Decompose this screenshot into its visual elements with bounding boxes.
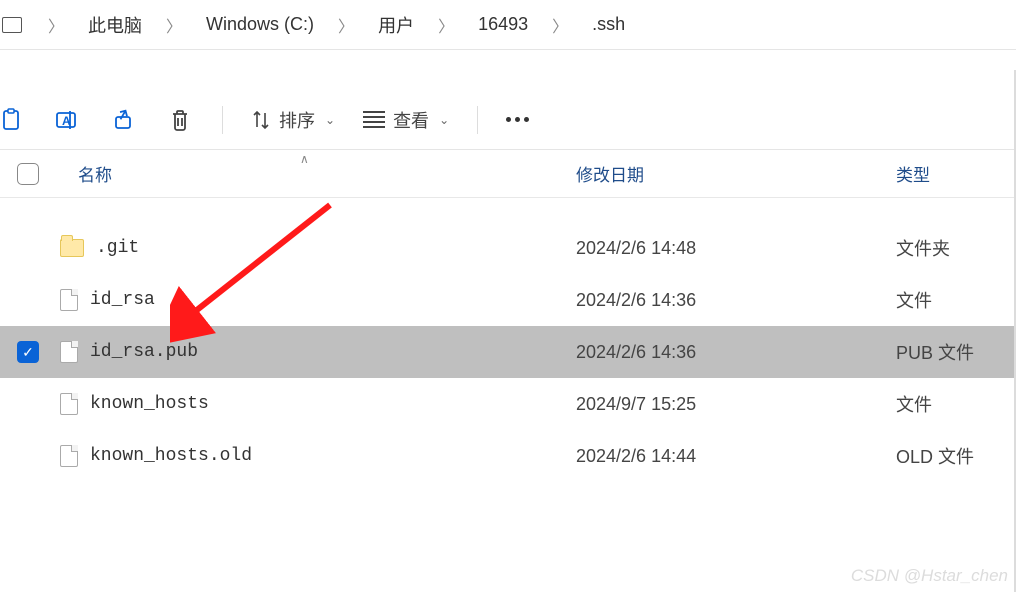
table-row[interactable]: ✓ id_rsa.pub 2024/2/6 14:36PUB 文件 [0,326,1016,378]
sort-button[interactable]: 排序 ⌄ [251,107,335,133]
breadcrumb-item[interactable]: 用户 [372,10,420,40]
table-row[interactable]: id_rsa 2024/2/6 14:36文件 [0,274,1016,326]
chevron-right-icon: 〉 [320,13,372,37]
file-name: id_rsa [90,290,155,310]
sort-label: 排序 [279,107,315,133]
table-row[interactable]: .git 2024/2/6 14:48文件夹 [0,222,1016,274]
file-type: 文件 [896,287,1016,313]
file-modified: 2024/2/6 14:36 [576,290,896,311]
separator [222,106,223,134]
chevron-right-icon: 〉 [534,13,586,37]
breadcrumb-item[interactable]: 此电脑 [82,10,148,40]
chevron-right-icon: 〉 [420,13,472,37]
row-checkbox[interactable]: ✓ [17,341,39,363]
more-button[interactable] [506,117,529,122]
chevron-down-icon: ⌄ [439,113,449,127]
chevron-right-icon: 〉 [30,13,82,37]
file-icon [60,393,78,415]
file-name: .git [96,238,139,258]
table-row[interactable]: known_hosts 2024/9/7 15:25文件 [0,378,1016,430]
rename-icon[interactable]: A [54,106,82,134]
breadcrumb-item[interactable]: .ssh [586,12,631,37]
delete-icon[interactable] [166,106,194,134]
share-icon[interactable] [110,106,138,134]
file-modified: 2024/2/6 14:44 [576,446,896,467]
column-type[interactable]: 类型 [896,161,1016,186]
breadcrumb: 〉 此电脑 〉 Windows (C:) 〉 用户 〉 16493 〉 .ssh [0,0,1016,50]
chevron-right-icon: 〉 [148,13,200,37]
column-modified[interactable]: 修改日期 [576,161,896,186]
file-type: OLD 文件 [896,443,1016,469]
column-name[interactable]: 名称 [56,161,576,186]
file-modified: 2024/2/6 14:48 [576,238,896,259]
file-list: 名称 修改日期 类型 ∧ .git 2024/2/6 14:48文件夹 id_rsa… [0,150,1016,482]
column-headers: 名称 修改日期 类型 ∧ [0,150,1016,198]
separator [477,106,478,134]
file-type: PUB 文件 [896,339,1016,365]
sort-indicator-icon: ∧ [300,152,309,166]
file-modified: 2024/2/6 14:36 [576,342,896,363]
pc-icon [2,17,22,33]
view-label: 查看 [393,107,429,133]
watermark: CSDN @Hstar_chen [851,566,1008,586]
paste-icon[interactable] [0,106,26,134]
breadcrumb-item[interactable]: 16493 [472,12,534,37]
folder-icon [60,239,84,257]
breadcrumb-item[interactable]: Windows (C:) [200,12,320,37]
chevron-down-icon: ⌄ [325,113,335,127]
file-icon [60,341,78,363]
file-icon [60,445,78,467]
select-all-checkbox[interactable] [17,163,39,185]
file-name: known_hosts.old [90,446,252,466]
file-type: 文件 [896,391,1016,417]
list-icon [363,111,385,128]
table-row[interactable]: known_hosts.old 2024/2/6 14:44OLD 文件 [0,430,1016,482]
file-type: 文件夹 [896,235,1016,261]
view-button[interactable]: 查看 ⌄ [363,107,449,133]
file-name: known_hosts [90,394,209,414]
file-icon [60,289,78,311]
file-modified: 2024/9/7 15:25 [576,394,896,415]
toolbar: A 排序 ⌄ 查看 ⌄ [0,90,1016,150]
file-name: id_rsa.pub [90,342,198,362]
